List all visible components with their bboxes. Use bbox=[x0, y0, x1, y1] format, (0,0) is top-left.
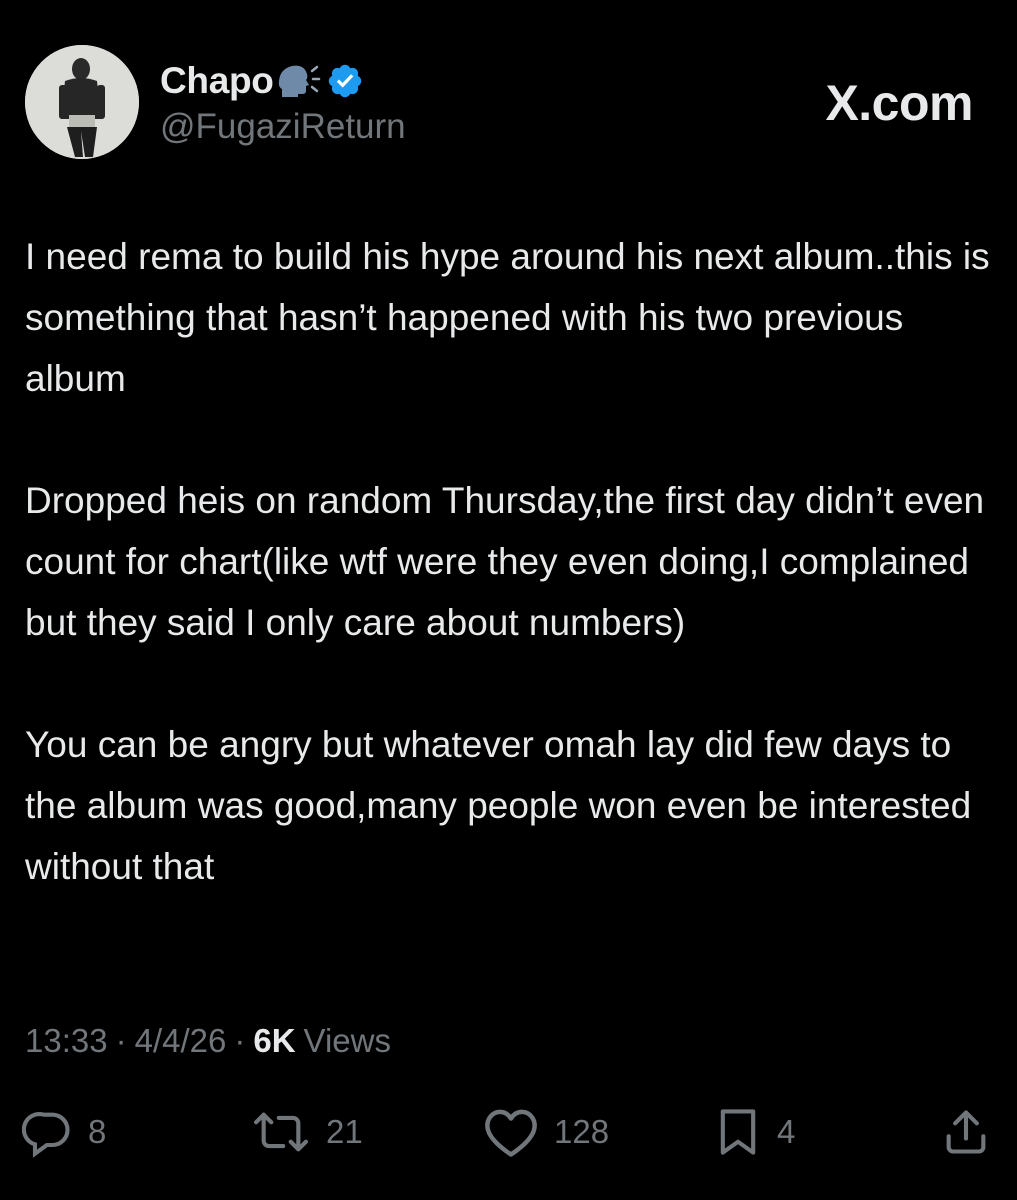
share-button[interactable] bbox=[940, 1102, 992, 1162]
repost-icon bbox=[250, 1106, 312, 1158]
reply-icon bbox=[22, 1106, 74, 1158]
tweet-paragraph: You can be angry but whatever omah lay d… bbox=[25, 724, 972, 887]
bookmark-icon bbox=[713, 1106, 763, 1158]
like-button[interactable]: 128 bbox=[482, 1102, 609, 1162]
avatar[interactable] bbox=[25, 45, 139, 159]
meta-separator: · bbox=[115, 1022, 127, 1059]
reply-button[interactable]: 8 bbox=[22, 1102, 106, 1162]
reply-count: 8 bbox=[88, 1113, 107, 1150]
views-label: Views bbox=[303, 1022, 391, 1059]
tweet-card: Chapo @FugaziReturn X.com I need rema to… bbox=[0, 0, 1017, 1200]
like-icon bbox=[482, 1106, 540, 1158]
x-com-logo: X.com bbox=[825, 75, 973, 131]
tweet-paragraph: I need rema to build his hype around his… bbox=[25, 236, 990, 399]
bookmark-button[interactable]: 4 bbox=[713, 1102, 795, 1162]
display-name[interactable]: Chapo bbox=[160, 60, 274, 102]
tweet-text: I need rema to build his hype around his… bbox=[25, 226, 997, 958]
tweet-date[interactable]: 4/4/26 bbox=[135, 1022, 227, 1060]
meta-separator: · bbox=[234, 1022, 246, 1059]
author-handle[interactable]: @FugaziReturn bbox=[160, 107, 406, 147]
author-name-row[interactable]: Chapo bbox=[160, 58, 364, 104]
verified-badge-icon[interactable] bbox=[326, 62, 364, 100]
like-count: 128 bbox=[554, 1113, 610, 1150]
repost-button[interactable]: 21 bbox=[250, 1102, 363, 1162]
tweet-meta: 13:33 · 4/4/26 · 6K Views bbox=[25, 1022, 391, 1060]
repost-count: 21 bbox=[326, 1113, 363, 1150]
views-count[interactable]: 6K bbox=[253, 1022, 295, 1060]
bookmark-count: 4 bbox=[777, 1113, 796, 1150]
speaking-head-icon bbox=[276, 61, 322, 101]
action-bar: 8 21 128 4 bbox=[0, 1102, 1017, 1162]
tweet-time[interactable]: 13:33 bbox=[25, 1022, 108, 1060]
tweet-paragraph: Dropped heis on random Thursday,the firs… bbox=[25, 480, 985, 643]
share-icon bbox=[940, 1106, 992, 1158]
